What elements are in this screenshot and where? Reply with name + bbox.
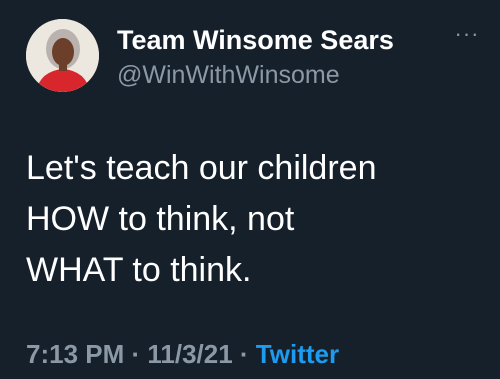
tweet-card: Team Winsome Sears @WinWithWinsome ··· L… xyxy=(0,0,500,379)
tweet-text-line: WHAT to think. xyxy=(26,251,252,289)
tweet-metadata: 7:13 PM · 11/3/21 · Twitter xyxy=(26,338,339,370)
meta-separator: · xyxy=(124,339,148,369)
tweet-text: Let's teach our children HOW to think, n… xyxy=(26,143,486,296)
tweet-text-line: Let's teach our children xyxy=(26,149,377,187)
tweet-text-line: HOW to think, not xyxy=(26,200,295,238)
meta-separator: · xyxy=(232,339,256,369)
tweet-source-link[interactable]: Twitter xyxy=(256,339,339,369)
handle[interactable]: @WinWithWinsome xyxy=(117,60,340,90)
avatar[interactable] xyxy=(26,19,99,92)
more-dots-icon[interactable]: ··· xyxy=(452,23,482,45)
tweet-time[interactable]: 7:13 PM xyxy=(26,339,124,369)
display-name[interactable]: Team Winsome Sears xyxy=(117,24,394,56)
tweet-date[interactable]: 11/3/21 xyxy=(147,339,232,369)
avatar-photo xyxy=(26,19,99,92)
